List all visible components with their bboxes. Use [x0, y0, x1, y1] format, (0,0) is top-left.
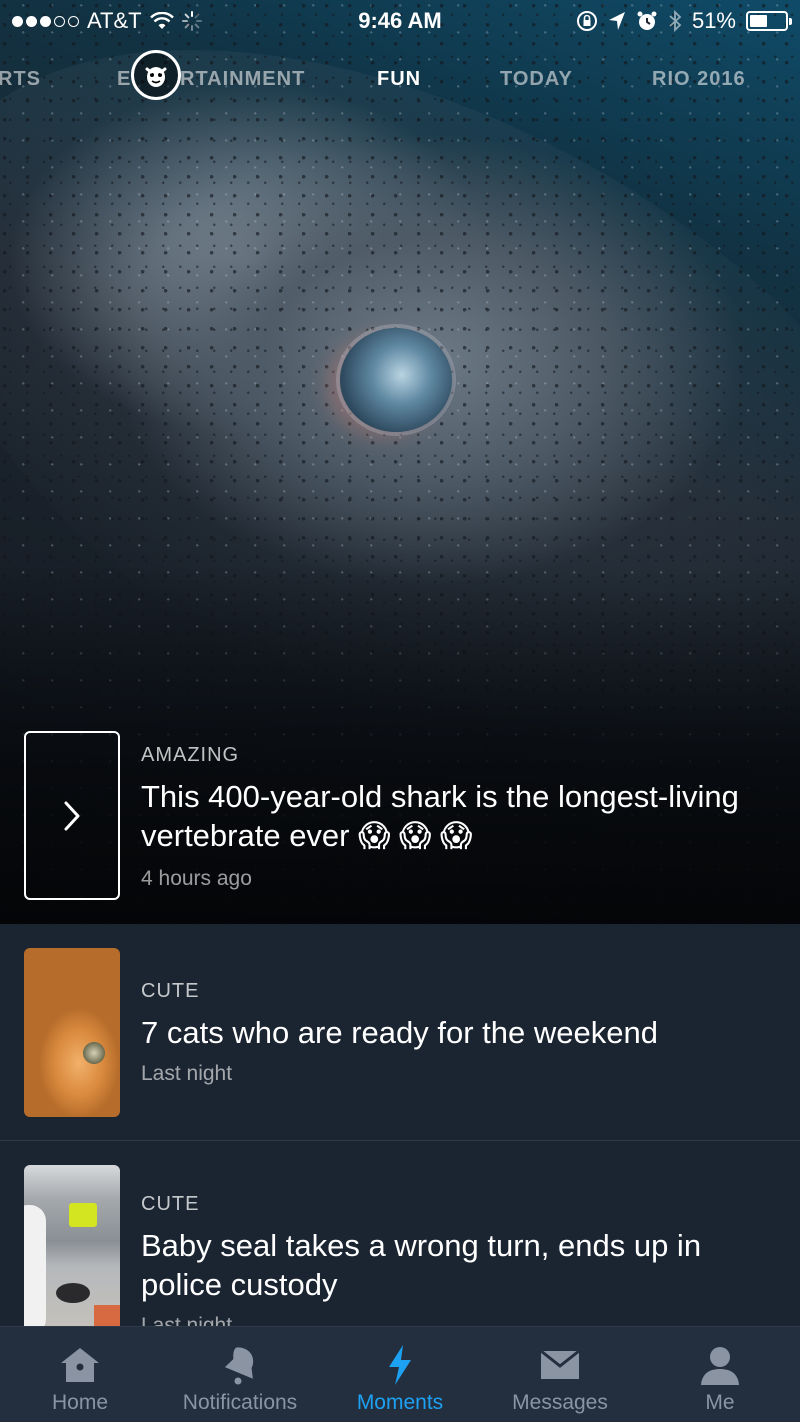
- tab-me[interactable]: Me: [640, 1327, 800, 1422]
- tab-notifications-label: Notifications: [182, 1391, 298, 1414]
- bottom-tab-bar: Home Notifications Moments Messages Me: [0, 1326, 800, 1422]
- shark-eye: [340, 328, 452, 432]
- seal-shape: [56, 1283, 90, 1303]
- person-icon: [696, 1343, 744, 1387]
- tab-messages-label: Messages: [512, 1391, 608, 1414]
- car-shape: [24, 1205, 46, 1334]
- cat-photo: [24, 948, 120, 1117]
- list-item-text: CUTE Baby seal takes a wrong turn, ends …: [141, 1193, 771, 1338]
- story-headline[interactable]: 7 cats who are ready for the weekend: [141, 1013, 771, 1052]
- story-time: 4 hours ago: [141, 867, 252, 890]
- story-category: CUTE: [141, 1193, 200, 1215]
- envelope-icon: [536, 1343, 584, 1387]
- story-category: AMAZING: [141, 744, 240, 766]
- lightning-icon: [376, 1343, 424, 1387]
- location-icon: [608, 12, 625, 30]
- open-story-button[interactable]: [24, 731, 120, 900]
- story-time: Last night: [141, 1062, 233, 1085]
- story-headline[interactable]: This 400-year-old shark is the longest-l…: [141, 777, 761, 855]
- tab-today[interactable]: TODAY: [500, 68, 573, 91]
- tab-sports[interactable]: RTS: [0, 68, 41, 91]
- tab-me-label: Me: [705, 1391, 735, 1414]
- tab-notifications[interactable]: Notifications: [160, 1327, 320, 1422]
- moments-list: CUTE 7 cats who are ready for the weeken…: [0, 924, 800, 1358]
- battery-percent: 51%: [691, 8, 736, 33]
- tab-home-label: Home: [51, 1391, 109, 1414]
- officer-vest: [69, 1203, 97, 1227]
- hero-story-text: AMAZING This 400-year-old shark is the l…: [141, 744, 761, 891]
- rotation-lock-icon: [576, 11, 597, 31]
- tab-entertainment[interactable]: RTAINMENT: [180, 68, 305, 91]
- seal-photo: [24, 1165, 120, 1334]
- bell-icon: [216, 1343, 264, 1387]
- alarm-icon: [637, 11, 657, 30]
- hero-story[interactable]: AMAZING This 400-year-old shark is the l…: [0, 730, 800, 920]
- ghost-badge-icon[interactable]: [131, 50, 181, 100]
- story-headline[interactable]: Baby seal takes a wrong turn, ends up in…: [141, 1226, 771, 1304]
- list-item-text: CUTE 7 cats who are ready for the weeken…: [141, 980, 771, 1086]
- battery-level: [750, 15, 768, 27]
- list-item[interactable]: CUTE 7 cats who are ready for the weeken…: [0, 924, 800, 1141]
- bluetooth-icon: [669, 9, 682, 33]
- tab-messages[interactable]: Messages: [480, 1327, 640, 1422]
- status-right: 51%: [576, 8, 792, 34]
- tab-entertainment-prefix[interactable]: E: [117, 68, 131, 91]
- home-icon: [56, 1343, 104, 1387]
- tab-fun[interactable]: FUN: [377, 68, 421, 91]
- tab-rio-2016[interactable]: RIO 2016: [652, 68, 746, 91]
- status-bar: AT&T 9:46 AM 51%: [0, 0, 800, 40]
- battery-icon: [746, 11, 792, 31]
- tab-moments[interactable]: Moments: [320, 1327, 480, 1422]
- tab-moments-label: Moments: [356, 1391, 444, 1414]
- category-tabs: RTS E RTAINMENT FUN TODAY RIO 2016: [0, 50, 800, 124]
- chevron-right-icon: [64, 801, 80, 830]
- story-category: CUTE: [141, 980, 200, 1002]
- tab-home[interactable]: Home: [0, 1327, 160, 1422]
